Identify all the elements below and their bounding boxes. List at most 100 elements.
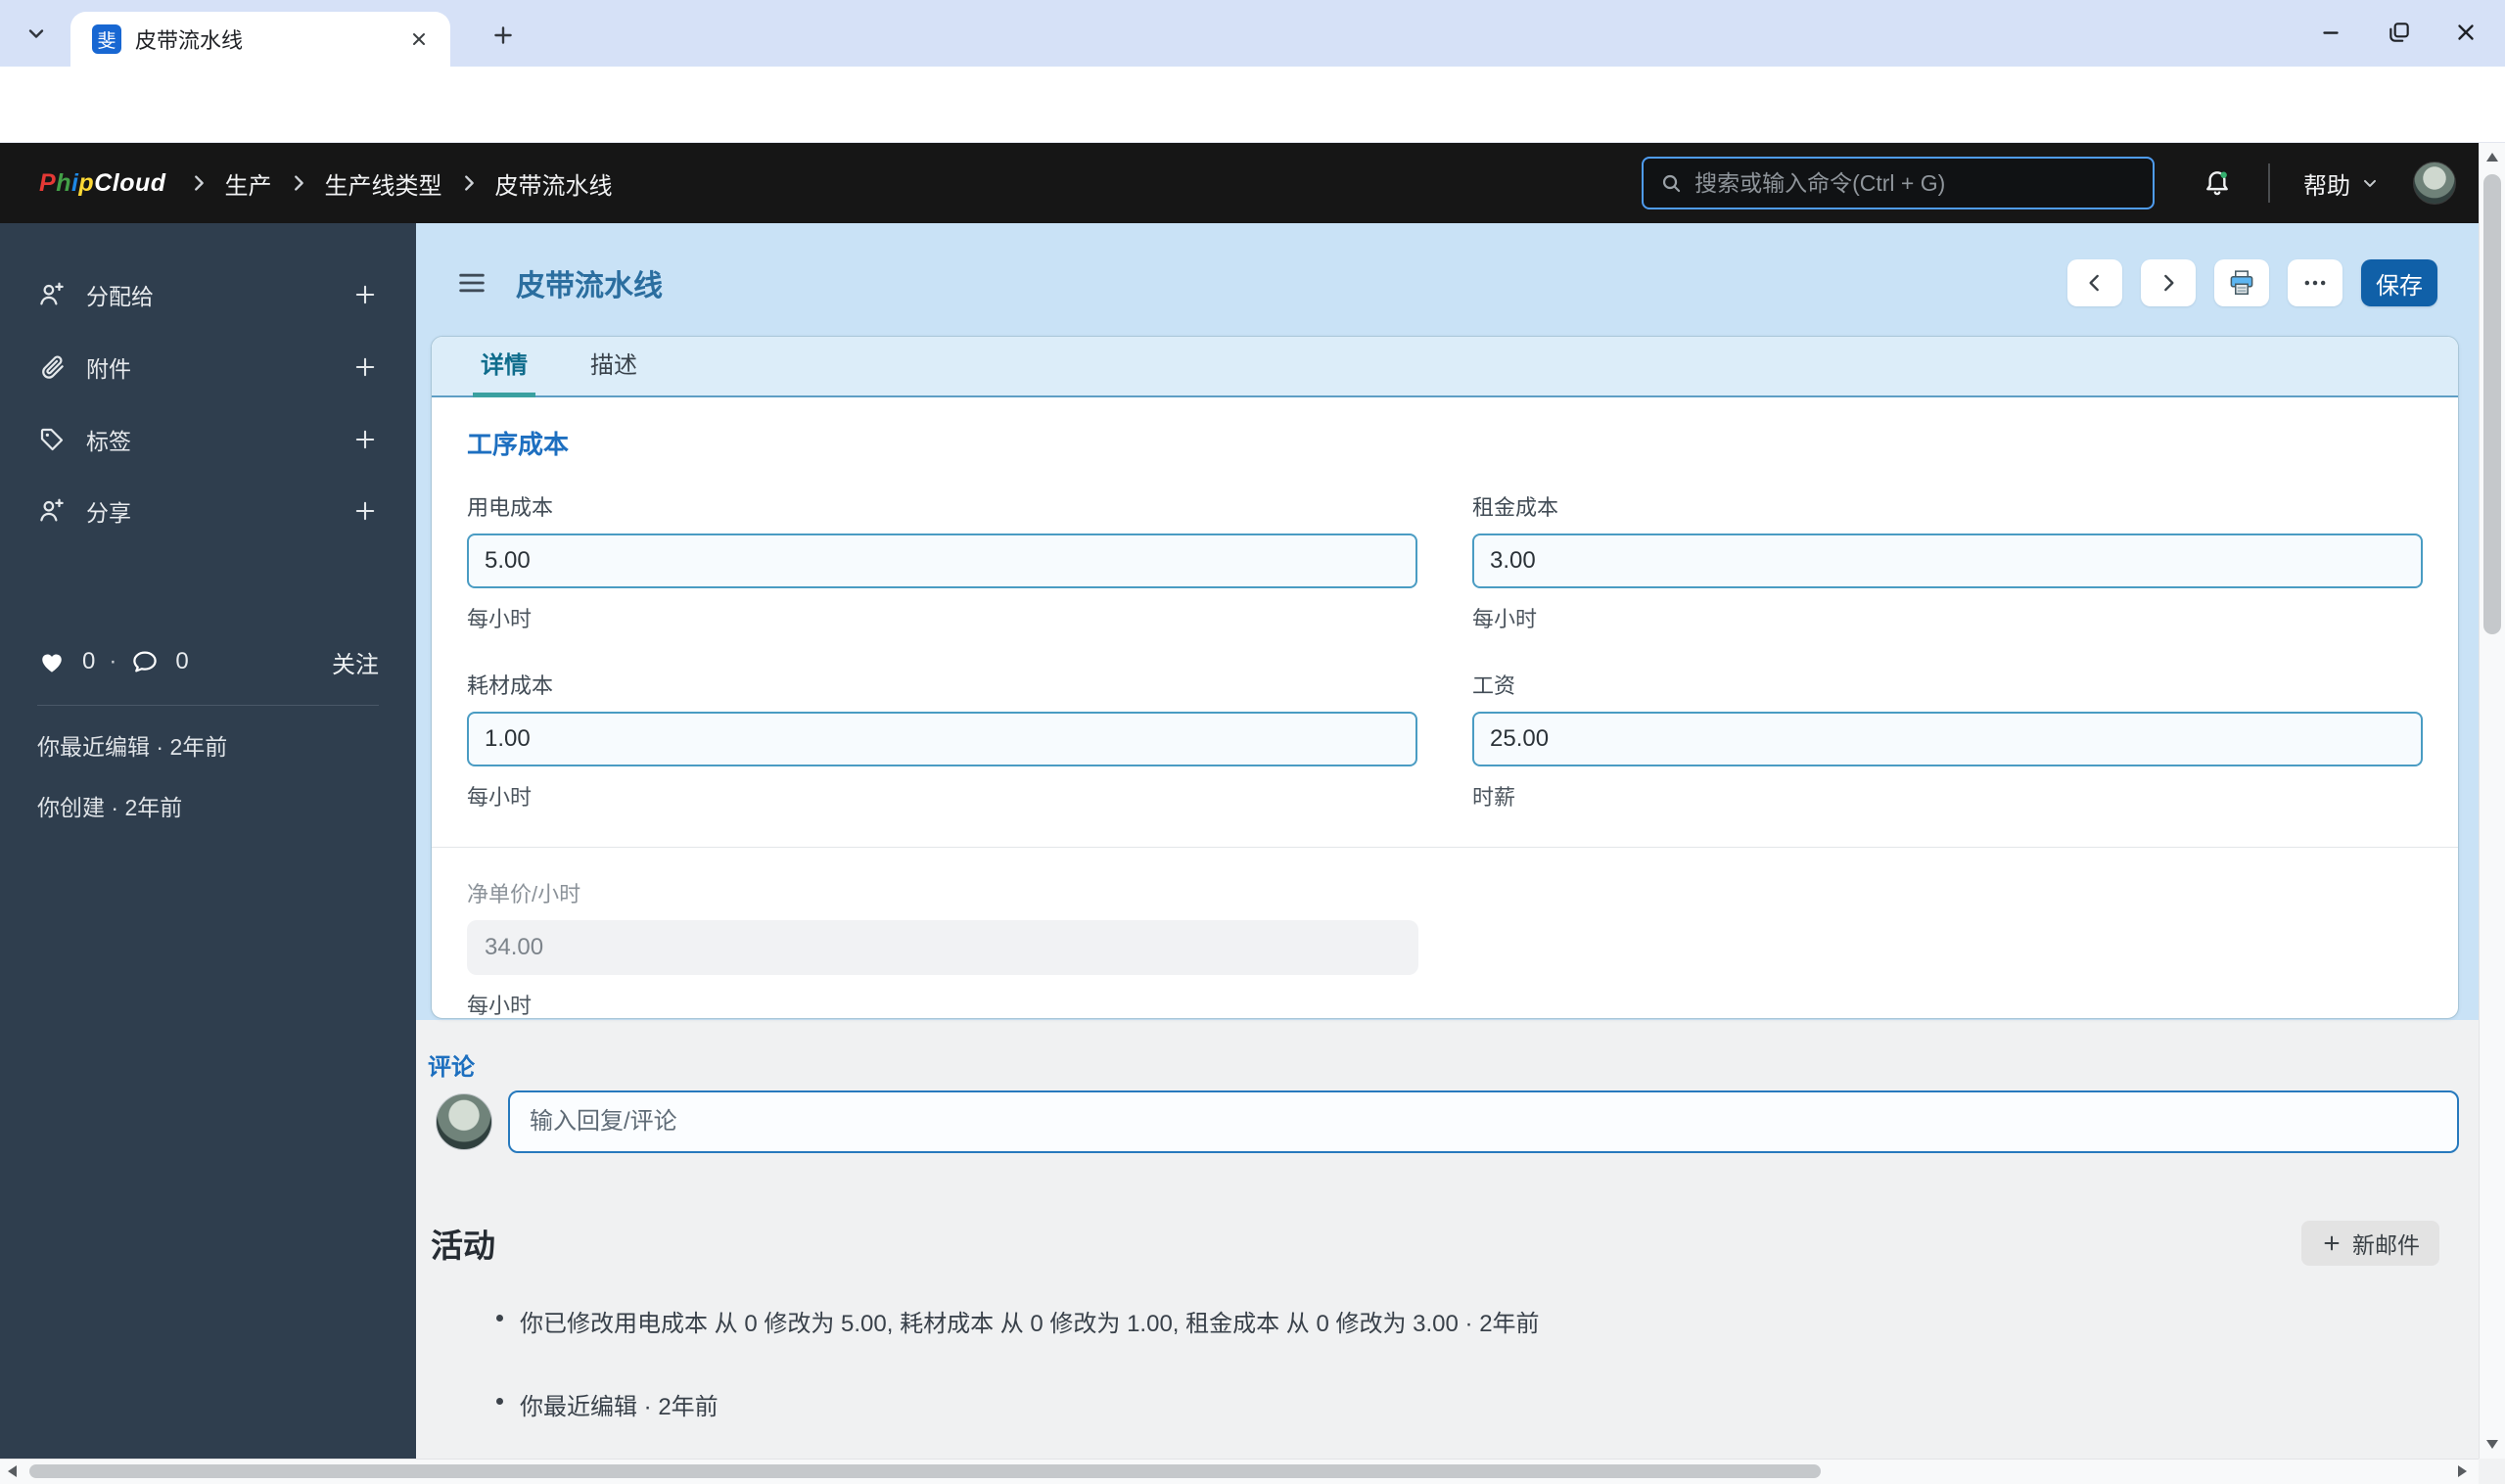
new-email-label: 新邮件 (2352, 1227, 2420, 1260)
scroll-up-arrow[interactable] (2486, 153, 2498, 162)
field-description: 每小时 (467, 602, 1417, 633)
tab-details[interactable]: 详情 (481, 346, 528, 395)
activity-header: 活动 新邮件 (431, 1220, 2439, 1267)
field-rent-cost: 租金成本 每小时 (1472, 490, 2423, 633)
window-restore-button[interactable] (2375, 8, 2424, 57)
tag-icon (37, 425, 67, 454)
previous-record-button[interactable] (2067, 259, 2122, 306)
form-sidebar: 分配给 附件 标签 分享 0 · 0 关注 你最近编辑 · 2年前 你创建 · … (0, 223, 416, 1459)
next-record-button[interactable] (2141, 259, 2196, 306)
print-button[interactable] (2214, 259, 2269, 306)
save-button[interactable]: 保存 (2361, 259, 2437, 306)
section-divider (432, 847, 2458, 848)
tab-description[interactable]: 描述 (590, 346, 637, 395)
menu-icon[interactable] (455, 266, 488, 300)
user-avatar[interactable] (2413, 162, 2456, 205)
field-electricity-cost: 用电成本 每小时 (467, 490, 1417, 633)
chevron-right-icon (288, 172, 309, 194)
minimize-icon (2318, 20, 2343, 45)
sidebar-item-share: 分享 (37, 488, 379, 533)
created-text[interactable]: 你创建 · 2年前 (37, 789, 387, 822)
horizontal-scrollbar[interactable] (0, 1459, 2479, 1484)
comment-user-avatar (436, 1093, 492, 1150)
breadcrumb: 生产 生产线类型 皮带流水线 (188, 166, 613, 201)
notifications-button[interactable] (2202, 167, 2233, 199)
navbar-right-group: 帮助 (1642, 157, 2456, 209)
field-net-rate: 净单价/小时 34.00 每小时 (467, 877, 2423, 1020)
add-attachment-button[interactable] (351, 353, 379, 381)
breadcrumb-workstation-type[interactable]: 生产线类型 (325, 166, 442, 201)
tab-close-button[interactable] (403, 23, 435, 55)
form-tabs: 详情 描述 (432, 337, 2458, 397)
sidebar-item-attachments: 附件 (37, 345, 379, 390)
net-rate-readonly-value: 34.00 (467, 920, 1418, 975)
window-minimize-button[interactable] (2306, 8, 2355, 57)
field-description: 时薪 (1472, 780, 2423, 812)
count-separator: · (109, 648, 116, 675)
field-wages: 工资 时薪 (1472, 669, 2423, 812)
comments-count[interactable]: 0 (175, 648, 188, 675)
vertical-scrollbar-thumb[interactable] (2483, 174, 2501, 634)
bell-icon (2202, 167, 2233, 199)
breadcrumb-current[interactable]: 皮带流水线 (495, 166, 613, 201)
form-body: 工序成本 用电成本 每小时 租金成本 每小时 耗材成本 每小时 (432, 397, 2458, 1020)
printer-icon (2227, 268, 2256, 298)
add-tag-button[interactable] (351, 426, 379, 453)
paperclip-icon (37, 352, 67, 382)
comment-input[interactable] (508, 1090, 2459, 1153)
plus-icon (490, 23, 516, 48)
restore-icon (2387, 20, 2412, 45)
consumable-cost-input[interactable] (467, 712, 1417, 766)
new-email-button[interactable]: 新邮件 (2301, 1221, 2439, 1266)
heart-icon[interactable] (37, 647, 67, 676)
follow-toggle[interactable]: 关注 (332, 645, 379, 679)
sidebar-social-row: 0 · 0 关注 (37, 639, 379, 684)
field-description: 每小时 (1472, 602, 2423, 633)
sidebar-item-label: 分享 (86, 494, 131, 528)
electricity-cost-input[interactable] (467, 533, 1417, 588)
scroll-left-arrow[interactable] (8, 1465, 17, 1477)
scroll-right-arrow[interactable] (2458, 1465, 2467, 1477)
activity-item: 你已修改用电成本 从 0 修改为 5.00, 耗材成本 从 0 修改为 1.00… (498, 1304, 2420, 1338)
sidebar-item-label: 附件 (86, 350, 131, 384)
field-label: 净单价/小时 (467, 877, 2423, 908)
add-assignment-button[interactable] (351, 281, 379, 308)
chevron-right-icon (458, 172, 480, 194)
more-options-button[interactable] (2288, 259, 2343, 306)
comment-bubble-icon[interactable] (130, 647, 160, 676)
app-logo[interactable]: PhipCloud (39, 169, 166, 198)
activity-item: 你最近编辑 · 2年前 (498, 1387, 2420, 1421)
window-close-button[interactable] (2441, 8, 2490, 57)
horizontal-scrollbar-thumb[interactable] (29, 1464, 1821, 1478)
activity-heading: 活动 (431, 1220, 495, 1267)
page-head: 皮带流水线 保存 (455, 258, 2437, 307)
search-input[interactable] (1694, 170, 2137, 197)
field-description: 每小时 (467, 989, 2423, 1020)
browser-tab-strip: 斐 皮带流水线 (0, 0, 2505, 67)
ellipsis-icon (2301, 269, 2329, 297)
favicon: 斐 (92, 24, 121, 54)
user-plus-icon (37, 280, 67, 309)
global-search[interactable] (1642, 157, 2155, 209)
help-menu[interactable]: 帮助 (2303, 166, 2380, 201)
new-tab-button[interactable] (484, 16, 523, 55)
browser-tab[interactable]: 斐 皮带流水线 (70, 12, 450, 67)
chevron-right-icon (2156, 270, 2181, 296)
app-navbar: PhipCloud 生产 生产线类型 皮带流水线 帮助 (0, 143, 2505, 223)
sidebar-item-label: 分配给 (86, 278, 154, 311)
field-description: 每小时 (467, 780, 1417, 812)
breadcrumb-production[interactable]: 生产 (225, 166, 272, 201)
comment-box-row (436, 1090, 2459, 1153)
likes-count[interactable]: 0 (82, 648, 95, 675)
last-edited-text[interactable]: 你最近编辑 · 2年前 (37, 728, 387, 762)
tab-search-button[interactable] (16, 13, 57, 54)
page-actions: 保存 (2067, 259, 2437, 306)
add-share-button[interactable] (351, 497, 379, 525)
scroll-down-arrow[interactable] (2486, 1440, 2498, 1449)
vertical-scrollbar[interactable] (2479, 143, 2505, 1459)
sidebar-item-tags: 标签 (37, 417, 379, 462)
plus-icon (2321, 1232, 2343, 1254)
rent-cost-input[interactable] (1472, 533, 2423, 588)
wages-input[interactable] (1472, 712, 2423, 766)
field-label: 工资 (1472, 669, 2423, 700)
